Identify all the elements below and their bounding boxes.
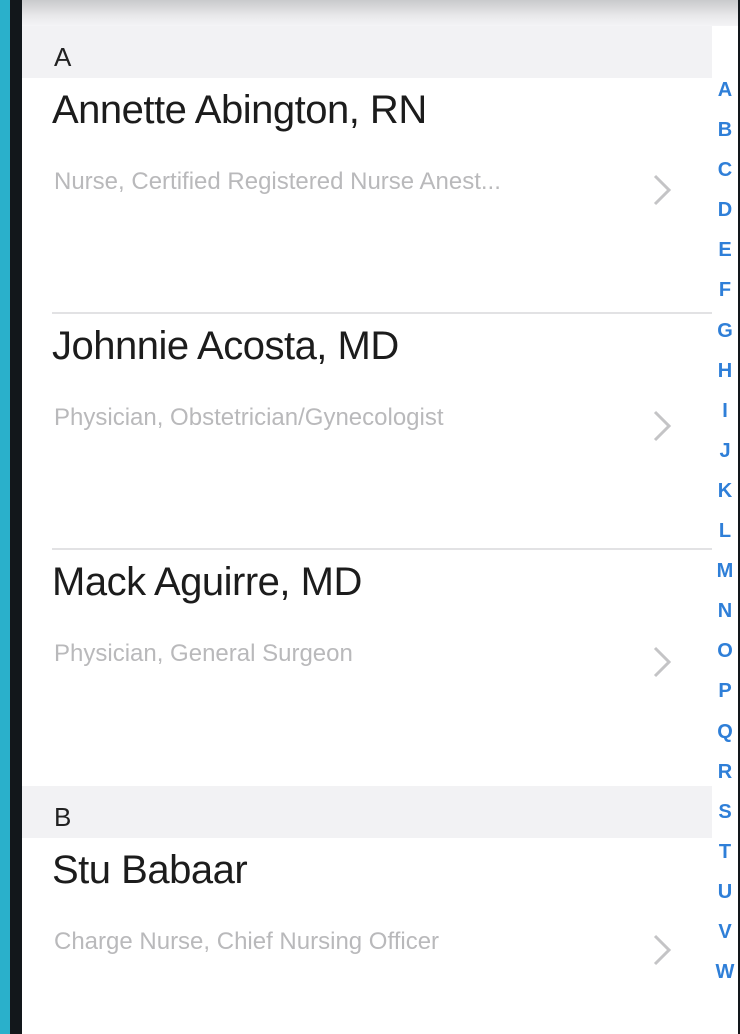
index-letter-g[interactable]: G	[714, 311, 736, 351]
index-letter-v[interactable]: V	[714, 912, 736, 952]
index-letter-e[interactable]: E	[714, 230, 736, 270]
contact-role: Charge Nurse, Chief Nursing Officer	[54, 928, 440, 955]
outer-frame: A Annette Abington, RN Nurse, Certified …	[0, 0, 740, 1034]
index-letter-n[interactable]: N	[714, 591, 736, 631]
contacts-screen: A Annette Abington, RN Nurse, Certified …	[22, 0, 738, 1034]
section-index[interactable]: A B C D E F G H I J K L M N O P Q R S T	[714, 70, 736, 1034]
chevron-right-icon	[653, 174, 672, 206]
top-bar-edge	[22, 0, 738, 26]
contact-name: Mack Aguirre, MD	[52, 560, 362, 604]
chevron-right-icon	[653, 646, 672, 678]
contact-role: Physician, General Surgeon	[54, 640, 353, 667]
chevron-right-icon	[653, 934, 672, 966]
index-letter-f[interactable]: F	[714, 270, 736, 310]
section-header-b: B	[22, 786, 712, 838]
contacts-list: A Annette Abington, RN Nurse, Certified …	[22, 26, 712, 1012]
index-letter-k[interactable]: K	[714, 471, 736, 511]
index-letter-r[interactable]: R	[714, 752, 736, 792]
index-letter-h[interactable]: H	[714, 351, 736, 391]
index-letter-t[interactable]: T	[714, 832, 736, 872]
contact-row[interactable]: Annette Abington, RN Nurse, Certified Re…	[22, 78, 712, 314]
index-letter-a[interactable]: A	[714, 70, 736, 110]
device-bezel: A Annette Abington, RN Nurse, Certified …	[10, 0, 740, 1034]
index-letter-m[interactable]: M	[714, 551, 736, 591]
contact-name: Annette Abington, RN	[52, 88, 427, 132]
index-letter-p[interactable]: P	[714, 671, 736, 711]
contact-name: Stu Babaar	[52, 848, 248, 892]
index-letter-b[interactable]: B	[714, 110, 736, 150]
section-header-a: A	[22, 26, 712, 78]
section-header-label: B	[54, 802, 72, 832]
contact-row[interactable]: Johnnie Acosta, MD Physician, Obstetrici…	[22, 314, 712, 550]
index-letter-s[interactable]: S	[714, 792, 736, 832]
index-letter-l[interactable]: L	[714, 511, 736, 551]
contact-role: Physician, Obstetrician/Gynecologist	[54, 404, 444, 431]
section-header-label: A	[54, 42, 72, 72]
contact-role: Nurse, Certified Registered Nurse Anest.…	[54, 168, 501, 195]
index-letter-o[interactable]: O	[714, 631, 736, 671]
index-letter-u[interactable]: U	[714, 872, 736, 912]
contact-name: Johnnie Acosta, MD	[52, 324, 399, 368]
index-letter-i[interactable]: I	[714, 391, 736, 431]
index-letter-q[interactable]: Q	[714, 712, 736, 752]
chevron-right-icon	[653, 410, 672, 442]
index-letter-w[interactable]: W	[714, 952, 736, 992]
index-letter-d[interactable]: D	[714, 190, 736, 230]
contact-row[interactable]: Stu Babaar Charge Nurse, Chief Nursing O…	[22, 838, 712, 1012]
index-letter-c[interactable]: C	[714, 150, 736, 190]
contact-row[interactable]: Mack Aguirre, MD Physician, General Surg…	[22, 550, 712, 786]
index-letter-j[interactable]: J	[714, 431, 736, 471]
